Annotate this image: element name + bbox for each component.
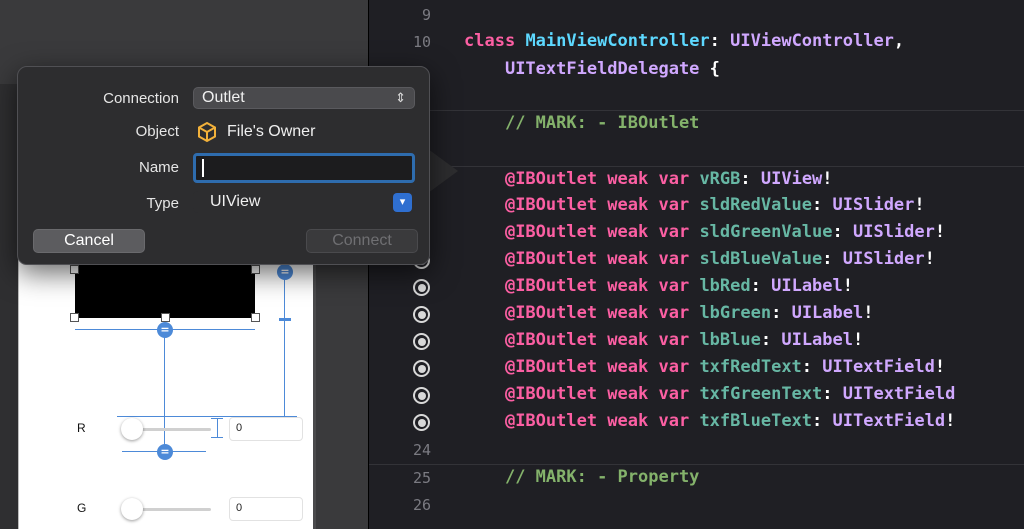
outlet-connection-icon[interactable] — [413, 360, 430, 377]
code-line[interactable]: 9 — [369, 2, 1024, 29]
label-r: R — [77, 421, 86, 435]
code-line-outlet[interactable]: @IBOutlet weak var txfBlueText: UITextFi… — [369, 409, 1024, 436]
resize-handle[interactable] — [70, 265, 79, 274]
outlet-connection-popover: Connection Outlet ⇕ Object File's Owner … — [17, 66, 430, 265]
code-text: @IBOutlet weak var lbRed: UILabel! — [504, 276, 854, 296]
code-line-outlet[interactable]: @IBOutlet weak var lbRed: UILabel! — [369, 274, 1024, 301]
constraint-line — [211, 437, 223, 438]
code-line[interactable]: 24 — [369, 437, 1024, 464]
object-value: File's Owner — [227, 123, 316, 140]
code-text: @IBOutlet weak var txfRedText: UITextFie… — [504, 357, 946, 377]
constraint-line — [217, 418, 218, 438]
code-line[interactable]: 26 — [369, 492, 1024, 519]
code-text: UITextFieldDelegate { — [504, 59, 720, 79]
text-caret — [202, 159, 204, 177]
code-text: @IBOutlet weak var lbGreen: UILabel! — [504, 303, 874, 323]
code-line-outlet[interactable]: @IBOutlet weak var lbGreen: UILabel! — [369, 301, 1024, 328]
resize-handle[interactable] — [70, 313, 79, 322]
code-editor[interactable]: 9 10 class MainViewController: UIViewCon… — [368, 0, 1024, 529]
green-text-field[interactable]: 0 — [229, 497, 303, 521]
code-line-outlet[interactable]: @IBOutlet weak var lbBlue: UILabel! — [369, 328, 1024, 355]
type-value: UIView — [210, 193, 261, 210]
constraint-line — [284, 278, 285, 418]
red-slider-thumb[interactable] — [121, 418, 143, 440]
resize-handle[interactable] — [251, 313, 260, 322]
code-line[interactable]: 10 class MainViewController: UIViewContr… — [369, 29, 1024, 56]
constraint-equal-icon: = — [157, 322, 173, 338]
code-text: // MARK: - IBOutlet — [504, 113, 700, 133]
code-line-outlet[interactable]: @IBOutlet weak var txfRedText: UITextFie… — [369, 355, 1024, 382]
name-input[interactable] — [193, 153, 415, 183]
resize-handle[interactable] — [161, 313, 170, 322]
code-line[interactable]: 25 // MARK: - Property — [369, 464, 1024, 491]
code-line-outlet[interactable]: @IBOutlet weak var txfGreenText: UITextF… — [369, 382, 1024, 409]
popover-arrow — [428, 149, 458, 193]
view-controller-scene[interactable]: = = = R 0 G 0 — [18, 220, 316, 529]
code-text: @IBOutlet weak var sldGreenValue: UISlid… — [504, 222, 946, 242]
chevron-updown-icon: ⇕ — [395, 90, 406, 105]
label-g: G — [77, 501, 87, 515]
code-text: @IBOutlet weak var sldBlueValue: UISlide… — [504, 249, 935, 269]
code-text: @IBOutlet weak var txfGreenText: UITextF… — [504, 384, 956, 404]
outlet-connection-icon[interactable] — [413, 414, 430, 431]
outlet-connection-icon[interactable] — [413, 306, 430, 323]
code-line[interactable]: // MARK: - IBOutlet — [369, 110, 1024, 137]
connect-button[interactable]: Connect — [306, 229, 418, 253]
code-text: class MainViewController: UIViewControll… — [464, 31, 905, 51]
constraint-line — [211, 418, 223, 419]
code-text: @IBOutlet weak var vRGB: UIView! — [504, 169, 833, 189]
constraint-equal-icon: = — [277, 264, 293, 280]
connection-select[interactable]: Outlet ⇕ — [193, 87, 415, 109]
line-number: 24 — [412, 441, 431, 459]
connection-label: Connection — [103, 90, 179, 107]
type-label: Type — [146, 195, 179, 212]
constraint-line — [164, 337, 165, 457]
constraint-marker — [279, 318, 291, 321]
code-text: @IBOutlet weak var sldRedValue: UISlider… — [504, 195, 925, 215]
code-line-outlet[interactable]: @IBOutlet weak var sldRedValue: UISlider… — [369, 193, 1024, 220]
constraint-equal-icon: = — [157, 444, 173, 460]
code-line-outlet[interactable]: @IBOutlet weak var sldBlueValue: UISlide… — [369, 247, 1024, 274]
outlet-connection-icon[interactable] — [413, 333, 430, 350]
outlet-connection-icon[interactable] — [413, 279, 430, 296]
chevron-down-icon[interactable]: ▾ — [393, 193, 412, 212]
type-combo-box[interactable]: UIView ▾ — [193, 191, 415, 213]
line-number: 25 — [412, 469, 431, 487]
outlet-connection-icon[interactable] — [413, 387, 430, 404]
line-number: 9 — [421, 6, 431, 24]
resize-handle[interactable] — [251, 265, 260, 274]
name-label: Name — [138, 159, 179, 176]
code-text: @IBOutlet weak var lbBlue: UILabel! — [504, 330, 864, 350]
connection-value: Outlet — [202, 89, 245, 106]
code-line-outlet[interactable]: @IBOutlet weak var vRGB: UIView! — [369, 166, 1024, 193]
green-slider-thumb[interactable] — [121, 498, 143, 520]
code-line-outlet[interactable]: @IBOutlet weak var sldGreenValue: UISlid… — [369, 220, 1024, 247]
code-line[interactable]: UITextFieldDelegate { — [369, 57, 1024, 84]
cancel-button[interactable]: Cancel — [33, 229, 145, 253]
object-row: File's Owner — [196, 121, 396, 143]
line-number: 26 — [412, 496, 431, 514]
line-number: 10 — [412, 33, 431, 51]
cube-icon — [198, 121, 216, 143]
red-text-field[interactable]: 0 — [229, 417, 303, 441]
code-text: @IBOutlet weak var txfBlueText: UITextFi… — [504, 411, 956, 431]
object-label: Object — [135, 123, 179, 140]
code-text: // MARK: - Property — [504, 467, 700, 487]
